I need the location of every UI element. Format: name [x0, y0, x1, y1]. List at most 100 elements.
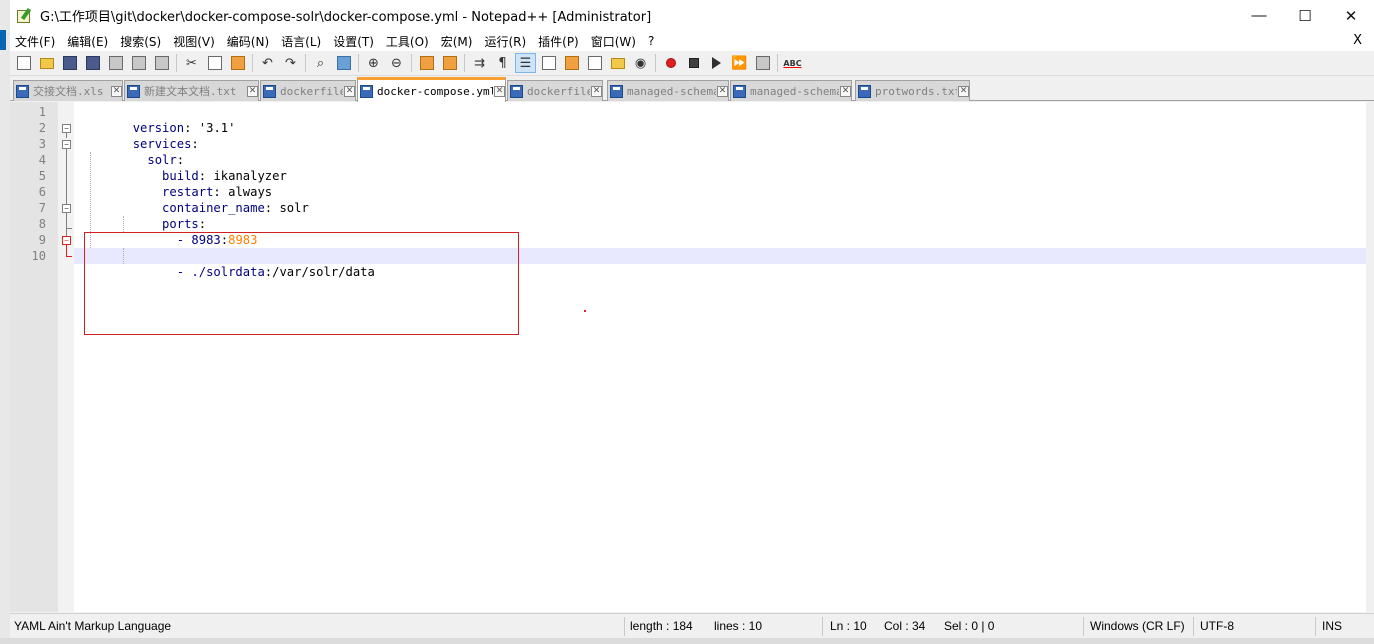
- taskbar-edge: [0, 638, 1374, 644]
- close-window-button[interactable]: ✕: [1328, 0, 1374, 31]
- menu-help[interactable]: ?: [642, 34, 660, 48]
- sync-h-icon[interactable]: [439, 53, 460, 73]
- monitor-icon[interactable]: ◉: [630, 53, 651, 73]
- menu-edit[interactable]: 编辑(E): [61, 33, 114, 50]
- zoom-in-icon[interactable]: ⊕: [363, 53, 384, 73]
- status-separator: [624, 617, 625, 636]
- tab-dockerfile-1[interactable]: dockerfile ✕: [260, 80, 356, 101]
- tab-docker-compose[interactable]: docker-compose.yml ✕: [357, 77, 506, 102]
- play-icon[interactable]: [706, 53, 727, 73]
- close-all-icon[interactable]: [128, 53, 149, 73]
- indent-guide-icon[interactable]: ☰: [515, 53, 536, 73]
- close-icon[interactable]: [105, 53, 126, 73]
- menu-tools[interactable]: 工具(O): [380, 33, 435, 50]
- redo-icon[interactable]: ↷: [280, 53, 301, 73]
- file-saved-icon: [263, 84, 276, 98]
- tab-close-icon[interactable]: ✕: [717, 85, 728, 97]
- tab-close-icon[interactable]: ✕: [494, 85, 505, 97]
- tab-close-icon[interactable]: ✕: [247, 85, 258, 97]
- toolbar-separator: [655, 54, 656, 72]
- tab-label: 交接文档.xls: [33, 85, 104, 98]
- line-number: 7: [38, 201, 46, 215]
- menu-encoding[interactable]: 编码(N): [221, 33, 275, 50]
- undo-icon[interactable]: ↶: [257, 53, 278, 73]
- stop-icon[interactable]: [683, 53, 704, 73]
- wrap-icon[interactable]: ⇉: [469, 53, 490, 73]
- tab-managed-schema-1[interactable]: managed-schema ✕: [607, 80, 729, 101]
- document-tab-bar: 交接文档.xls ✕ 新建文本文档.txt ✕ dockerfile ✕ doc…: [10, 77, 1374, 102]
- cut-icon[interactable]: ✂: [181, 53, 202, 73]
- menu-run[interactable]: 运行(R): [478, 33, 532, 50]
- save-all-icon[interactable]: [82, 53, 103, 73]
- code-line: container_name: solr: [74, 184, 1366, 215]
- zoom-out-icon[interactable]: ⊖: [386, 53, 407, 73]
- maximize-button[interactable]: ☐: [1282, 0, 1328, 31]
- editor-area[interactable]: 1 2 3 4 5 6 7 8 9 10 − − − − version: '3…: [10, 102, 1366, 612]
- close-document-button[interactable]: X: [1353, 33, 1362, 48]
- toolbar-separator: [777, 54, 778, 72]
- status-eol: Windows (CR LF): [1090, 619, 1185, 633]
- status-line-number: Ln : 10: [830, 619, 867, 633]
- status-separator: [822, 617, 823, 636]
- paste-icon[interactable]: [227, 53, 248, 73]
- code-line: build: ikanalyzer: [74, 152, 1366, 183]
- print-icon[interactable]: [151, 53, 172, 73]
- new-icon[interactable]: [13, 53, 34, 73]
- spellcheck-icon[interactable]: ABC: [782, 53, 803, 73]
- doc-map-icon[interactable]: [561, 53, 582, 73]
- fold-line: [66, 213, 67, 237]
- tab-close-icon[interactable]: ✕: [344, 85, 355, 97]
- tab-protwords[interactable]: protwords.txt ✕: [855, 80, 970, 101]
- code-area[interactable]: version: '3.1' services: solr: build: ik…: [74, 102, 1366, 612]
- right-edge-strip: [1366, 102, 1374, 612]
- line-number: 6: [38, 185, 46, 199]
- all-chars-icon[interactable]: ¶: [492, 53, 513, 73]
- menu-plugins[interactable]: 插件(P): [532, 33, 585, 50]
- tab-close-icon[interactable]: ✕: [958, 85, 969, 97]
- tab-managed-schema-2[interactable]: managed-schema ✕: [730, 80, 852, 101]
- file-saved-icon: [510, 84, 523, 98]
- record-icon[interactable]: [660, 53, 681, 73]
- replace-icon[interactable]: [333, 53, 354, 73]
- find-icon[interactable]: ⌕: [310, 53, 331, 73]
- status-column: Col : 34: [884, 619, 926, 633]
- code-line: - 8983:8983: [74, 216, 1366, 247]
- save-icon[interactable]: [59, 53, 80, 73]
- function-list-icon[interactable]: [584, 53, 605, 73]
- fold-toggle-icon[interactable]: −: [62, 236, 71, 245]
- toolbar: ✂ ↶ ↷ ⌕ ⊕ ⊖ ⇉ ¶ ☰ ◉ ⏩ ABC: [10, 51, 1374, 76]
- minimize-button[interactable]: —: [1236, 0, 1282, 31]
- menu-settings[interactable]: 设置(T): [327, 33, 380, 50]
- tab-close-icon[interactable]: ✕: [111, 85, 122, 97]
- menu-language[interactable]: 语言(L): [275, 33, 327, 50]
- sync-v-icon[interactable]: [416, 53, 437, 73]
- copy-icon[interactable]: [204, 53, 225, 73]
- open-icon[interactable]: [36, 53, 57, 73]
- line-number: 10: [31, 249, 46, 263]
- menu-window[interactable]: 窗口(W): [585, 33, 642, 50]
- line-number: 8: [38, 217, 46, 231]
- file-saved-icon: [127, 84, 140, 98]
- tab-label: dockerfile: [527, 84, 590, 98]
- tab-close-icon[interactable]: ✕: [840, 85, 851, 97]
- tab-close-icon[interactable]: ✕: [591, 85, 602, 97]
- fold-toggle-icon[interactable]: −: [62, 204, 71, 213]
- tab-txt[interactable]: 新建文本文档.txt ✕: [124, 80, 259, 101]
- menu-view[interactable]: 视图(V): [167, 33, 221, 50]
- line-number: 9: [38, 233, 46, 247]
- fold-toggle-icon[interactable]: −: [62, 124, 71, 133]
- fold-toggle-icon[interactable]: −: [62, 140, 71, 149]
- tab-dockerfile-2[interactable]: dockerfile ✕: [507, 80, 603, 101]
- tab-xls[interactable]: 交接文档.xls ✕: [13, 80, 123, 101]
- notepad-window: G:\工作项目\git\docker\docker-compose-solr\d…: [0, 0, 1374, 644]
- menu-search[interactable]: 搜索(S): [114, 33, 167, 50]
- folder-workspace-icon[interactable]: [607, 53, 628, 73]
- menu-file[interactable]: 文件(F): [10, 33, 61, 50]
- file-saved-icon: [360, 84, 373, 98]
- play-multi-icon[interactable]: ⏩: [729, 53, 750, 73]
- menu-macro[interactable]: 宏(M): [435, 33, 479, 50]
- save-macro-icon[interactable]: [752, 53, 773, 73]
- notepad-app-icon[interactable]: [16, 7, 34, 24]
- udl-icon[interactable]: [538, 53, 559, 73]
- file-saved-icon: [733, 84, 746, 98]
